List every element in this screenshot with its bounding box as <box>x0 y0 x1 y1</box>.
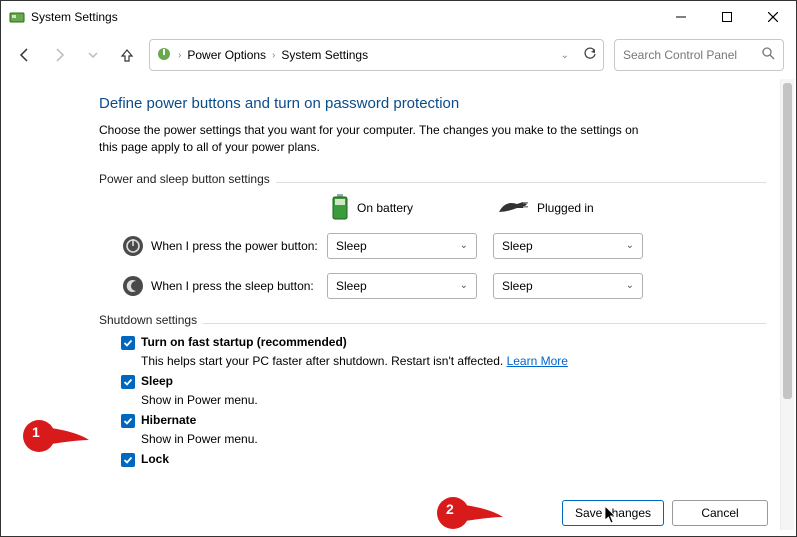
control-panel-icon <box>9 9 25 25</box>
address-bar[interactable]: › Power Options › System Settings ⌄ <box>149 39 604 71</box>
chevron-down-icon: ⌄ <box>626 280 634 291</box>
power-button-battery-select[interactable]: Sleep⌄ <box>327 233 477 259</box>
fast-startup-description: This helps start your PC faster after sh… <box>141 354 766 368</box>
content-area: Define power buttons and turn on passwor… <box>1 77 796 467</box>
chevron-down-icon: ⌄ <box>626 240 634 251</box>
titlebar: System Settings <box>1 1 796 33</box>
sleep-button-battery-select[interactable]: Sleep⌄ <box>327 273 477 299</box>
chevron-down-icon: ⌄ <box>460 280 468 291</box>
chevron-down-icon[interactable]: ⌄ <box>561 50 569 61</box>
sleep-button-plugged-select[interactable]: Sleep⌄ <box>493 273 643 299</box>
power-button-row: When I press the power button: Sleep⌄ Sl… <box>121 233 766 259</box>
fast-startup-checkbox[interactable] <box>121 336 135 350</box>
power-options-icon <box>156 46 172 65</box>
chevron-right-icon: › <box>178 50 181 61</box>
lock-checkbox[interactable] <box>121 453 135 467</box>
power-button-plugged-select[interactable]: Sleep⌄ <box>493 233 643 259</box>
shutdown-settings-group: Shutdown settings Turn on fast startup (… <box>99 313 766 467</box>
toolbar: › Power Options › System Settings ⌄ Sear… <box>1 33 796 77</box>
window-title: System Settings <box>31 10 118 24</box>
power-icon <box>121 234 145 258</box>
maximize-button[interactable] <box>704 1 750 33</box>
search-placeholder: Search Control Panel <box>623 48 756 62</box>
close-button[interactable] <box>750 1 796 33</box>
fast-startup-label: Turn on fast startup (recommended) <box>141 335 347 349</box>
chevron-right-icon: › <box>272 50 275 61</box>
refresh-button[interactable] <box>583 47 597 64</box>
annotation-callout-2: 2 <box>437 495 479 527</box>
moon-icon <box>121 274 145 298</box>
power-sleep-group: Power and sleep button settings On batte… <box>99 172 766 299</box>
hibernate-checkbox[interactable] <box>121 414 135 428</box>
power-sleep-legend: Power and sleep button settings <box>99 172 270 186</box>
lock-label: Lock <box>141 452 169 466</box>
breadcrumb-power-options[interactable]: Power Options <box>187 48 266 62</box>
sleep-button-row: When I press the sleep button: Sleep⌄ Sl… <box>121 273 766 299</box>
power-button-label: When I press the power button: <box>151 239 327 253</box>
minimize-button[interactable] <box>658 1 704 33</box>
search-input[interactable]: Search Control Panel <box>614 39 784 71</box>
sleep-label: Sleep <box>141 374 173 388</box>
forward-button[interactable] <box>47 43 71 67</box>
shutdown-settings-legend: Shutdown settings <box>99 313 197 327</box>
column-plugged-in: Plugged in <box>497 198 663 219</box>
save-changes-button[interactable]: Save changes <box>562 500 664 526</box>
search-icon <box>762 47 775 63</box>
sleep-button-label: When I press the sleep button: <box>151 279 327 293</box>
column-on-battery: On battery <box>331 194 497 223</box>
learn-more-link[interactable]: Learn More <box>507 354 568 368</box>
hibernate-description: Show in Power menu. <box>141 432 766 446</box>
chevron-down-icon: ⌄ <box>460 240 468 251</box>
sleep-checkbox[interactable] <box>121 375 135 389</box>
up-button[interactable] <box>115 43 139 67</box>
hibernate-label: Hibernate <box>141 413 196 427</box>
cancel-button[interactable]: Cancel <box>672 500 768 526</box>
page-heading: Define power buttons and turn on passwor… <box>99 95 766 112</box>
battery-icon <box>331 194 349 223</box>
breadcrumb-system-settings[interactable]: System Settings <box>281 48 368 62</box>
recent-locations-button[interactable] <box>81 43 105 67</box>
back-button[interactable] <box>13 43 37 67</box>
page-description: Choose the power settings that you want … <box>99 122 659 156</box>
plug-icon <box>497 198 529 219</box>
footer-buttons: Save changes Cancel <box>562 500 768 526</box>
sleep-description: Show in Power menu. <box>141 393 766 407</box>
